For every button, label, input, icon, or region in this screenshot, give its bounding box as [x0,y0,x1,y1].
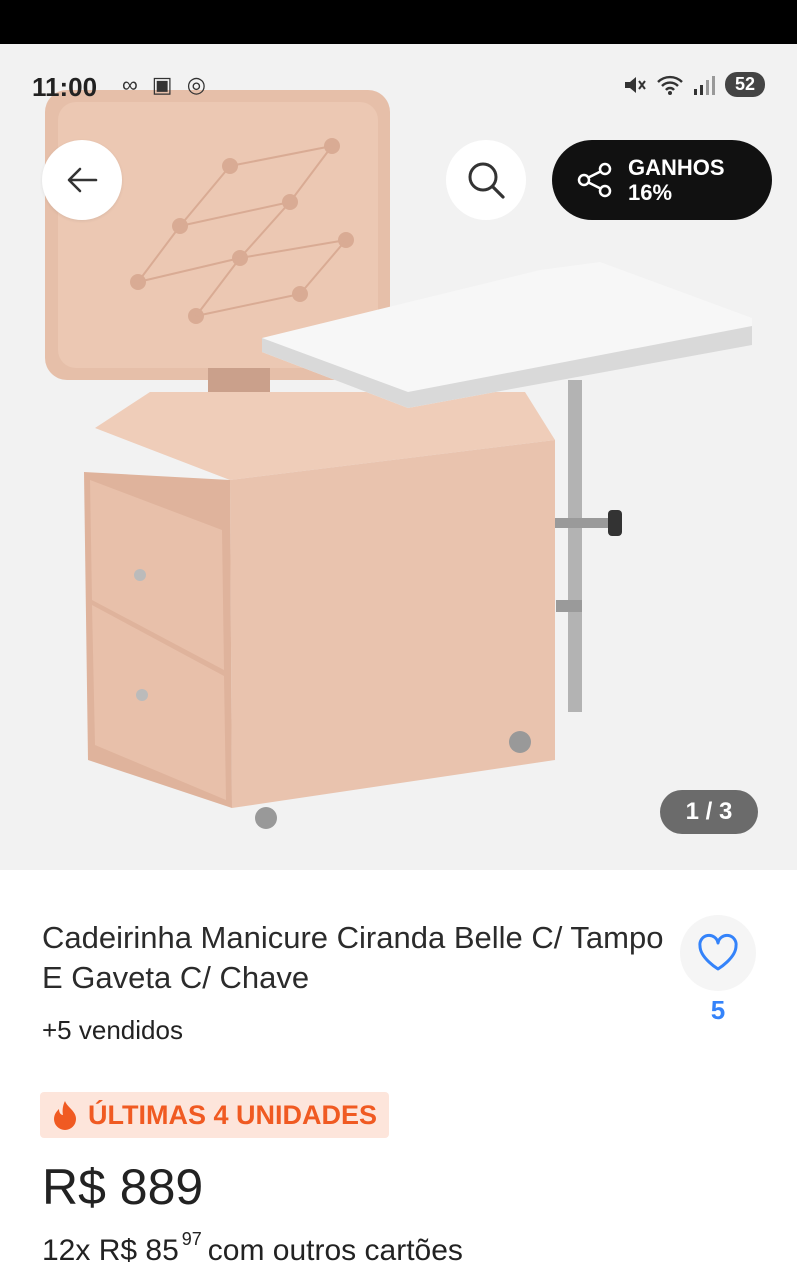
earnings-value: 16% [628,180,673,205]
heart-icon [698,933,738,971]
battery-indicator: 52 [724,72,765,97]
status-time: 11:00 [32,72,98,102]
installments-info[interactable]: 12x R$ 85 97 com outros cartões [42,1230,463,1268]
arrow-left-icon [67,167,98,193]
mute-icon [624,76,646,93]
product-price: R$ 889 [42,1159,204,1215]
badge-text: ÚLTIMAS 4 UNIDADES [88,1099,378,1130]
back-button[interactable] [42,140,122,220]
favorite-button[interactable] [680,915,756,991]
last-units-badge: ÚLTIMAS 4 UNIDADES [40,1092,390,1138]
search-icon [468,162,505,199]
top-black-bar [0,0,797,44]
status-notification-icons: ∞ ▣ ◎ [122,72,210,97]
installments-cents: 97 [181,1229,202,1249]
share-earnings-button[interactable]: GANHOS 16% [552,140,772,220]
wifi-icon [657,75,683,95]
earnings-label: GANHOS [628,155,725,180]
installments-prefix: 12x R$ 85 [42,1234,179,1267]
installments-suffix: com outros cartões [207,1234,463,1267]
earnings-text: GANHOS 16% [628,155,725,205]
image-counter: 1 / 3 [660,790,758,834]
sold-count: +5 vendidos [42,1015,183,1045]
favorites-count: 5 [710,995,726,1025]
status-right-icons: 52 [623,72,765,97]
search-button[interactable] [446,140,526,220]
flame-icon [54,1101,76,1130]
product-title: Cadeirinha Manicure Ciranda Belle C/ Tam… [42,920,664,995]
share-icon [577,162,612,198]
signal-icon [693,75,715,95]
